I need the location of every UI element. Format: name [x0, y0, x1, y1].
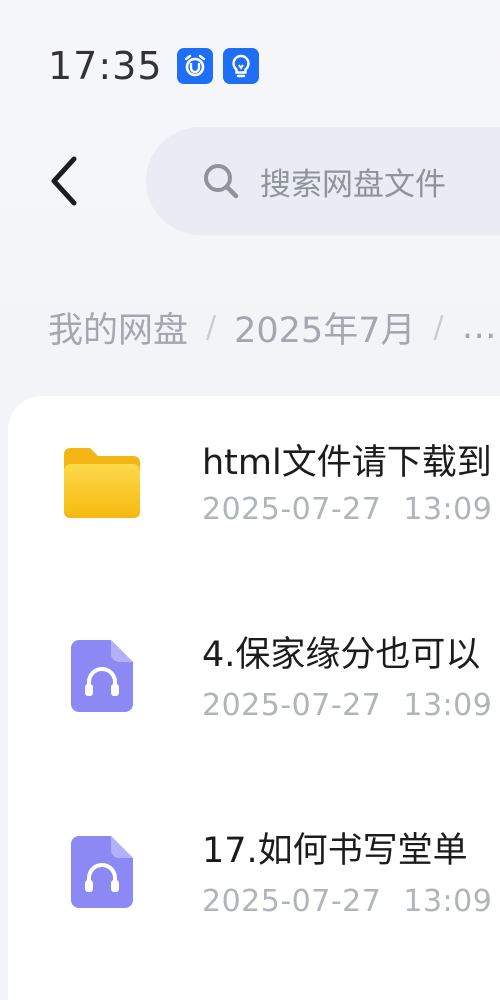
file-list: html文件请下载到 2025-07-27 13:09 4.保家缘分也可以 202… — [8, 396, 500, 1000]
file-meta: 2025-07-27 13:09 — [202, 492, 492, 527]
list-item[interactable]: 17.如何书写堂单 2025-07-27 13:09 — [8, 792, 500, 982]
header: 搜索网盘文件 — [0, 125, 500, 237]
file-time: 13:09 — [403, 884, 493, 919]
lightbulb-app-icon — [222, 48, 259, 84]
file-date: 2025-07-27 — [202, 492, 382, 527]
chevron-left-icon — [51, 156, 77, 206]
file-name: 17.如何书写堂单 — [202, 831, 468, 871]
breadcrumb-item-month[interactable]: 2025年7月 — [234, 302, 415, 353]
list-item[interactable]: html文件请下载到 2025-07-27 13:09 — [8, 396, 500, 586]
search-input[interactable]: 搜索网盘文件 — [146, 127, 500, 235]
file-date: 2025-07-27 — [202, 688, 382, 723]
breadcrumb: 我的网盘 / 2025年7月 / … — [48, 302, 497, 352]
file-time: 13:09 — [403, 492, 493, 527]
status-bar: 17:35 — [48, 42, 259, 90]
page: 17:35 搜索网盘文件 我的网盘 / 2025年7月 / … html文件请下… — [0, 0, 500, 1000]
search-placeholder: 搜索网盘文件 — [260, 166, 446, 203]
breadcrumb-item-current[interactable]: … — [462, 307, 497, 347]
file-time: 13:09 — [403, 688, 493, 723]
file-name: 4.保家缘分也可以 — [202, 635, 481, 675]
file-name: html文件请下载到 — [202, 443, 492, 483]
list-item[interactable]: 4.保家缘分也可以 2025-07-27 13:09 — [8, 596, 500, 786]
breadcrumb-separator: / — [206, 309, 217, 345]
breadcrumb-item-root[interactable]: 我的网盘 — [48, 302, 188, 353]
alarm-app-icon — [176, 48, 213, 84]
search-icon — [200, 160, 242, 202]
breadcrumb-separator: / — [433, 309, 444, 345]
file-meta: 2025-07-27 13:09 — [202, 688, 492, 723]
audio-file-icon — [60, 634, 144, 718]
folder-icon — [60, 440, 144, 524]
audio-file-icon — [60, 830, 144, 914]
status-time: 17:35 — [48, 44, 163, 88]
back-button[interactable] — [34, 151, 94, 211]
file-date: 2025-07-27 — [202, 884, 382, 919]
file-meta: 2025-07-27 13:09 — [202, 884, 492, 919]
